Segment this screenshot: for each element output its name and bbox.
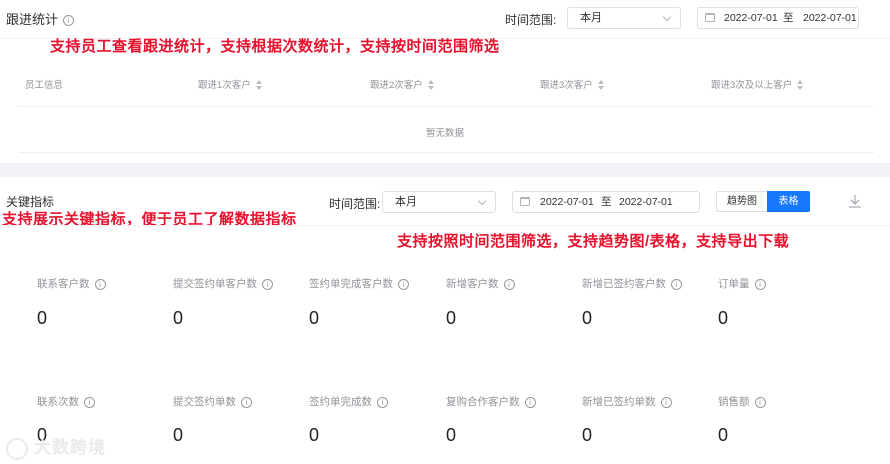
calendar-icon [520, 197, 530, 206]
info-icon[interactable]: i [241, 396, 252, 408]
info-icon[interactable]: i [754, 278, 766, 290]
date-start: 2022-07-01 [724, 12, 778, 24]
col-header-follow3-label: 跟进3次客户 [540, 80, 593, 91]
sort-icon[interactable] [597, 80, 604, 91]
trend-view-button[interactable]: 趋势图 [716, 191, 768, 212]
col-header-follow1[interactable]: 跟进1次客户 [198, 77, 262, 91]
annotation-followup: 支持员工查看跟进统计，支持根据次数统计，支持按时间范围筛选 [50, 38, 500, 55]
metric-value: 0 [582, 425, 593, 445]
metric-value: 0 [309, 425, 320, 445]
watermark-text: 大数跨境 [34, 438, 106, 457]
time-range-label: 时间范围: [505, 13, 557, 27]
section-gap [0, 163, 890, 177]
info-icon[interactable]: i [262, 278, 273, 290]
metric-label-text: 签约单完成客户数 [309, 278, 393, 290]
watermark-logo-icon [6, 437, 28, 460]
col-header-follow1-label: 跟进1次客户 [198, 80, 251, 91]
metric-label: 联系次数 i [37, 394, 95, 409]
metric-value: 0 [718, 425, 729, 445]
metric-label-text: 复购合作客户数 [446, 396, 520, 408]
col-header-follow3[interactable]: 跟进3次客户 [540, 77, 604, 91]
watermark: 大数跨境 [6, 433, 106, 460]
date-start-2: 2022-07-01 [540, 196, 594, 208]
time-range-value: 本月 [580, 12, 602, 24]
metric-label: 订单量 i [718, 276, 766, 291]
time-range-select[interactable]: 本月 [567, 7, 681, 29]
metric-value: 0 [446, 308, 457, 328]
table-header-divider [18, 106, 874, 107]
date-end-2: 2022-07-01 [619, 196, 673, 208]
chevron-down-icon [662, 12, 672, 22]
date-end: 2022-07-01 [803, 12, 857, 24]
metric-label-text: 提交签约单数 [173, 396, 236, 408]
metric-label: 签约单完成数 i [309, 394, 388, 409]
time-range-select-2[interactable]: 本月 [382, 191, 496, 213]
info-icon[interactable]: i [84, 396, 95, 408]
col-header-follow2[interactable]: 跟进2次客户 [370, 77, 434, 91]
metric-label-text: 销售额 [718, 396, 750, 408]
metric-value: 0 [309, 308, 320, 328]
metric-label: 复购合作客户数 i [446, 394, 536, 409]
info-icon[interactable]: i [398, 278, 409, 290]
info-icon[interactable]: i [660, 396, 672, 408]
col-header-follow3plus-label: 跟进3次及以上客户 [711, 80, 793, 91]
sort-icon[interactable] [255, 80, 262, 91]
followup-title-wrap: 跟进统计 i [6, 9, 75, 28]
metric-label: 新增已签约客户数 i [582, 276, 682, 291]
time-range-value-2: 本月 [395, 196, 417, 208]
info-icon[interactable]: i [63, 15, 75, 27]
date-separator-2: 至 [601, 196, 612, 208]
metric-label: 提交签约单数 i [173, 394, 252, 409]
metric-label-text: 签约单完成数 [309, 396, 372, 408]
metric-label: 新增客户数 i [446, 276, 515, 291]
metric-label: 签约单完成客户数 i [309, 276, 409, 291]
calendar-icon [705, 13, 715, 22]
col-header-follow2-label: 跟进2次客户 [370, 80, 423, 91]
info-icon[interactable]: i [524, 396, 536, 408]
metric-value: 0 [173, 308, 184, 328]
metric-label-text: 新增客户数 [446, 278, 499, 290]
followup-title: 跟进统计 [6, 12, 59, 27]
metric-label: 销售额 i [718, 394, 766, 409]
metric-label-text: 联系次数 [37, 396, 79, 408]
metric-value: 0 [446, 425, 457, 445]
annotation-filter: 支持按照时间范围筛选，支持趋势图/表格，支持导出下载 [397, 233, 790, 250]
col-header-follow3plus[interactable]: 跟进3次及以上客户 [711, 77, 804, 91]
download-icon[interactable] [847, 193, 863, 209]
sort-icon[interactable] [797, 80, 804, 91]
date-range-picker-2[interactable]: 2022-07-01 至 2022-07-01 [512, 191, 700, 213]
table-bottom-divider [18, 152, 874, 153]
metric-value: 0 [173, 425, 184, 445]
time-range-label-2: 时间范围: [329, 197, 381, 211]
metric-label-text: 订单量 [718, 278, 750, 290]
info-icon[interactable]: i [671, 278, 682, 290]
info-icon[interactable]: i [377, 396, 388, 408]
date-separator: 至 [783, 12, 794, 24]
metric-label: 提交签约单客户数 i [173, 276, 273, 291]
metric-label-text: 联系客户数 [37, 278, 90, 290]
info-icon[interactable]: i [94, 278, 106, 290]
metric-label-text: 新增已签约单数 [582, 396, 656, 408]
metric-label-text: 新增已签约客户数 [582, 278, 666, 290]
metric-value: 0 [718, 308, 729, 328]
metric-label: 联系客户数 i [37, 276, 106, 291]
date-range-picker[interactable]: 2022-07-01 至 2022-07-01 [697, 7, 859, 29]
col-header-employee: 员工信息 [25, 80, 64, 91]
chevron-down-icon [477, 196, 487, 206]
section-divider-2 [0, 225, 890, 226]
metric-value: 0 [37, 308, 48, 328]
empty-state-text: 暂无数据 [426, 128, 465, 139]
info-icon[interactable]: i [503, 278, 515, 290]
metric-label-text: 提交签约单客户数 [173, 278, 257, 290]
sort-icon[interactable] [427, 80, 434, 91]
metric-label: 新增已签约单数 i [582, 394, 672, 409]
metric-value: 0 [582, 308, 593, 328]
table-view-button[interactable]: 表格 [767, 191, 810, 212]
info-icon[interactable]: i [754, 396, 766, 408]
